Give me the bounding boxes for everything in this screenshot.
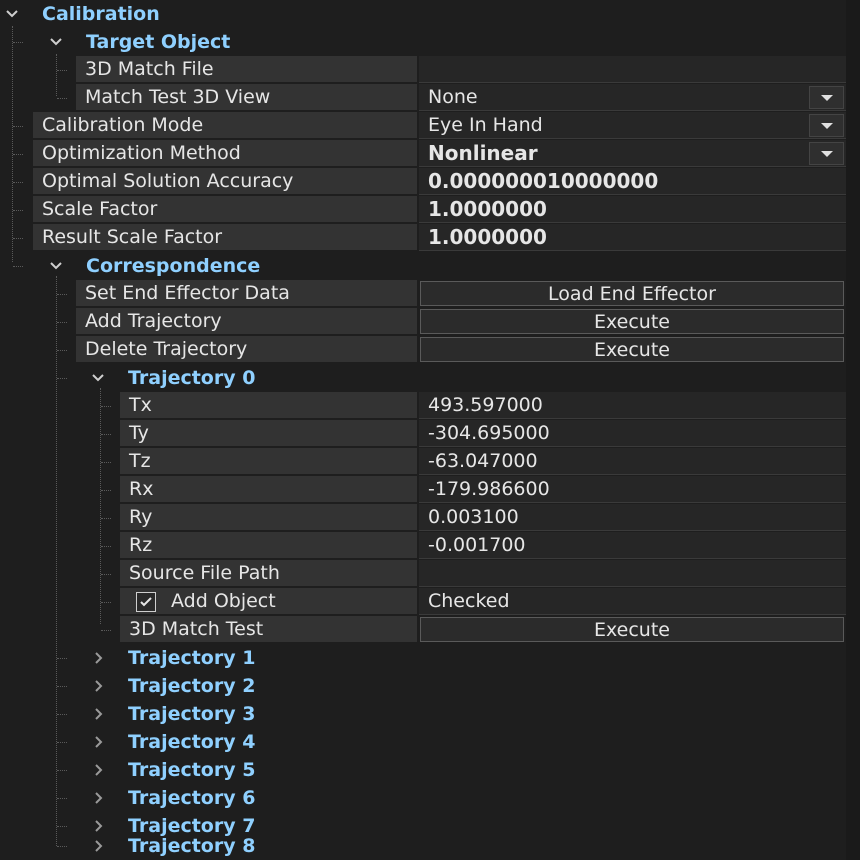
chevron-down-icon[interactable]	[90, 364, 110, 392]
match-test-execute-button[interactable]: Execute	[420, 617, 844, 642]
property-label: Result Scale Factor	[33, 224, 417, 251]
section-title: Trajectory 2	[128, 675, 256, 697]
section-title: Correspondence	[86, 255, 261, 277]
section-title: Target Object	[86, 31, 231, 53]
property-calibration-mode[interactable]: Calibration Mode Eye In Hand	[0, 112, 846, 140]
section-trajectory-1[interactable]: Trajectory 1	[0, 644, 846, 672]
chevron-right-icon[interactable]	[92, 672, 112, 700]
section-trajectory-3[interactable]: Trajectory 3	[0, 700, 846, 728]
optimization-method-select[interactable]: Nonlinear	[419, 140, 846, 167]
section-calibration[interactable]: Calibration	[0, 0, 846, 28]
chevron-right-icon[interactable]	[92, 832, 112, 860]
property-label: Match Test 3D View	[76, 84, 417, 111]
property-label: Tz	[120, 448, 417, 475]
property-rx[interactable]: Rx -179.986600	[0, 476, 846, 504]
property-label: Delete Trajectory	[76, 336, 417, 363]
load-end-effector-button[interactable]: Load End Effector	[420, 281, 844, 306]
chevron-right-icon[interactable]	[92, 728, 112, 756]
accuracy-field[interactable]: 0.000000010000000	[419, 168, 846, 195]
chevron-down-icon[interactable]	[48, 252, 68, 280]
dropdown-arrow-icon[interactable]	[809, 114, 844, 137]
property-add-object[interactable]: Add Object Checked	[0, 588, 846, 616]
property-tz[interactable]: Tz -63.047000	[0, 448, 846, 476]
ty-field[interactable]: -304.695000	[419, 420, 846, 447]
chevron-right-icon[interactable]	[92, 756, 112, 784]
property-label: Tx	[120, 392, 417, 419]
property-result-scale-factor[interactable]: Result Scale Factor 1.0000000	[0, 224, 846, 252]
section-trajectory-5[interactable]: Trajectory 5	[0, 756, 846, 784]
section-title: Trajectory 5	[128, 759, 256, 781]
property-optimization-method[interactable]: Optimization Method Nonlinear	[0, 140, 846, 168]
section-trajectory-0[interactable]: Trajectory 0	[0, 364, 846, 392]
section-title: Trajectory 0	[128, 367, 256, 389]
chevron-down-icon[interactable]	[4, 0, 24, 28]
section-trajectory-6[interactable]: Trajectory 6	[0, 784, 846, 812]
dropdown-arrow-icon[interactable]	[809, 86, 844, 109]
chevron-right-icon[interactable]	[92, 700, 112, 728]
property-optimal-solution-accuracy[interactable]: Optimal Solution Accuracy 0.000000010000…	[0, 168, 846, 196]
property-label: Rz	[120, 532, 417, 559]
chevron-right-icon[interactable]	[92, 644, 112, 672]
property-3d-match-test[interactable]: 3D Match Test Execute	[0, 616, 846, 644]
property-label: Optimization Method	[33, 140, 417, 167]
dropdown-arrow-icon[interactable]	[809, 142, 844, 165]
property-label: Source File Path	[120, 560, 417, 587]
property-label: Optimal Solution Accuracy	[33, 168, 417, 195]
property-label: Set End Effector Data	[76, 280, 417, 307]
property-label: Ry	[120, 504, 417, 531]
scale-factor-field[interactable]: 1.0000000	[419, 196, 846, 223]
add-object-value: Checked	[419, 588, 846, 615]
property-label: 3D Match Test	[120, 616, 417, 643]
match-file-field[interactable]	[419, 56, 846, 83]
match-view-select[interactable]: None	[419, 84, 846, 111]
property-label: Add Object	[120, 588, 417, 615]
section-correspondence[interactable]: Correspondence	[0, 252, 846, 280]
add-trajectory-execute-button[interactable]: Execute	[420, 309, 844, 334]
result-scale-factor-field: 1.0000000	[419, 224, 846, 251]
property-label: 3D Match File	[76, 56, 417, 83]
property-delete-trajectory[interactable]: Delete Trajectory Execute	[0, 336, 846, 364]
property-scale-factor[interactable]: Scale Factor 1.0000000	[0, 196, 846, 224]
property-label: Rx	[120, 476, 417, 503]
section-trajectory-2[interactable]: Trajectory 2	[0, 672, 846, 700]
checkbox-checked-icon[interactable]	[136, 592, 156, 612]
property-add-trajectory[interactable]: Add Trajectory Execute	[0, 308, 846, 336]
ry-field[interactable]: 0.003100	[419, 504, 846, 531]
property-match-test-3d-view[interactable]: Match Test 3D View None	[0, 84, 846, 112]
delete-trajectory-execute-button[interactable]: Execute	[420, 337, 844, 362]
section-title: Trajectory 1	[128, 647, 256, 669]
calibration-mode-select[interactable]: Eye In Hand	[419, 112, 846, 139]
property-label: Calibration Mode	[33, 112, 417, 139]
property-rz[interactable]: Rz -0.001700	[0, 532, 846, 560]
property-label: Add Trajectory	[76, 308, 417, 335]
section-title: Trajectory 6	[128, 787, 256, 809]
section-title: Calibration	[42, 3, 160, 25]
section-title: Trajectory 3	[128, 703, 256, 725]
property-tx[interactable]: Tx 493.597000	[0, 392, 846, 420]
property-label: Scale Factor	[33, 196, 417, 223]
chevron-down-icon[interactable]	[48, 28, 68, 56]
section-trajectory-8[interactable]: Trajectory 8	[0, 832, 846, 860]
section-trajectory-4[interactable]: Trajectory 4	[0, 728, 846, 756]
rx-field[interactable]: -179.986600	[419, 476, 846, 503]
property-ry[interactable]: Ry 0.003100	[0, 504, 846, 532]
property-ty[interactable]: Ty -304.695000	[0, 420, 846, 448]
property-set-end-effector[interactable]: Set End Effector Data Load End Effector	[0, 280, 846, 308]
section-target-object[interactable]: Target Object	[0, 28, 846, 56]
property-3d-match-file[interactable]: 3D Match File	[0, 56, 846, 84]
rz-field[interactable]: -0.001700	[419, 532, 846, 559]
section-title: Trajectory 8	[128, 835, 256, 857]
scrollbar[interactable]	[846, 0, 860, 860]
section-title: Trajectory 4	[128, 731, 256, 753]
source-file-path-field[interactable]	[419, 560, 846, 587]
property-source-file-path[interactable]: Source File Path	[0, 560, 846, 588]
chevron-right-icon[interactable]	[92, 784, 112, 812]
tz-field[interactable]: -63.047000	[419, 448, 846, 475]
property-label: Ty	[120, 420, 417, 447]
tx-field[interactable]: 493.597000	[419, 392, 846, 419]
